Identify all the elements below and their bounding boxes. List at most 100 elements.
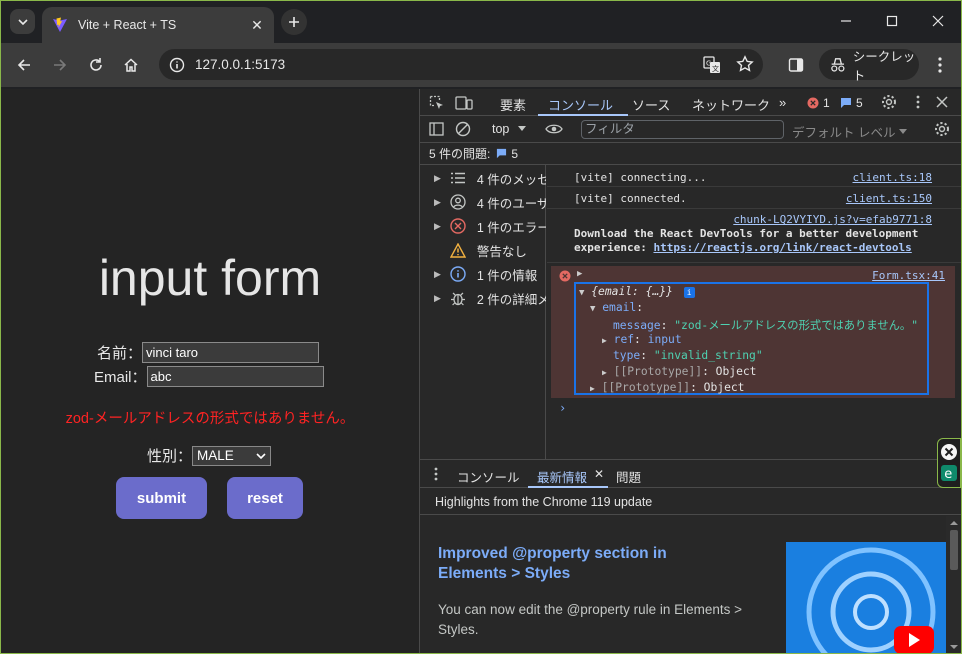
sidebar-item-verbose[interactable]: ▶ 2 件の詳細メッセージ: [420, 286, 546, 310]
drawer-scrollbar[interactable]: [946, 516, 961, 653]
maximize-button[interactable]: [869, 1, 915, 41]
tab-sources[interactable]: ソース: [632, 95, 670, 114]
live-expression-eye-icon[interactable]: [545, 122, 563, 136]
drawer-tab-close-icon[interactable]: ✕: [594, 467, 604, 481]
name-input[interactable]: vinci taro: [142, 342, 320, 363]
sidebar-item-label: 1 件のエラー: [476, 220, 546, 235]
email-input[interactable]: abc: [146, 366, 324, 387]
message-icon: [497, 148, 507, 159]
site-info-button[interactable]: [165, 53, 188, 76]
console-source-link[interactable]: chunk-LQ2VYIYD.js?v=efab9771:8: [733, 213, 932, 226]
minimize-button[interactable]: [823, 1, 869, 41]
reset-button[interactable]: reset: [227, 477, 303, 519]
extension-side-widget[interactable]: e: [937, 438, 961, 488]
caret-down-icon: [518, 126, 527, 131]
user-icon: [450, 193, 467, 211]
chevron-down-icon: [17, 18, 28, 25]
email-property-row[interactable]: ▼ email:: [590, 301, 643, 314]
close-window-button[interactable]: [915, 1, 961, 41]
sidebar-item-user-messages[interactable]: ▶ 4 件のユーザーメッセージ: [420, 190, 546, 214]
devtools-menu-icon[interactable]: [916, 95, 920, 109]
property-key: type: [613, 349, 641, 362]
tab-network[interactable]: ネットワーク: [692, 95, 770, 114]
sidebar-item-messages[interactable]: ▶ 4 件のメッセージ: [420, 166, 546, 190]
devtools-settings-icon[interactable]: [881, 94, 897, 110]
sidebar-item-info[interactable]: ▶ 1 件の情報: [420, 262, 546, 286]
sidebar-item-errors[interactable]: ▶ 1 件のエラー: [420, 214, 546, 238]
console-filter-input[interactable]: フィルタ: [581, 120, 784, 139]
issues-bar[interactable]: 5 件の問題: 5: [420, 143, 961, 165]
tab-console[interactable]: コンソール: [548, 95, 613, 114]
drawer-tab-console[interactable]: コンソール: [457, 467, 520, 486]
svg-text:G: G: [706, 60, 711, 68]
property-value: "invalid_string": [653, 349, 763, 362]
incognito-badge[interactable]: シークレット: [819, 49, 919, 83]
address-bar[interactable]: 127.0.0.1:5173 G文: [159, 49, 763, 80]
object-summary-row[interactable]: ▼ {email: {…}} i: [579, 285, 695, 298]
console-message: [vite] connecting... client.ts:18: [547, 165, 961, 187]
tab-elements[interactable]: 要素: [500, 95, 526, 114]
sidebar-toggle-icon[interactable]: [429, 122, 444, 136]
console-output: [vite] connecting... client.ts:18 [vite]…: [547, 165, 961, 459]
property-key: message: [613, 319, 661, 332]
more-vertical-icon: [938, 57, 942, 73]
react-devtools-link[interactable]: https://reactjs.org/link/react-devtools: [653, 241, 911, 254]
warning-icon: [450, 241, 467, 259]
inspect-element-icon[interactable]: [429, 95, 445, 111]
expand-arrow-icon: ▶: [434, 196, 441, 207]
property-key: email: [602, 301, 637, 314]
email-row: Email： abc: [94, 366, 324, 387]
browser-tab[interactable]: Vite + React + TS ✕: [42, 7, 274, 43]
console-error-message: ▶ Form.tsx:41 ▼ {email: {…}} i ▼ email: …: [551, 266, 955, 398]
whats-new-title[interactable]: Improved @property section in Elements >…: [438, 544, 718, 584]
error-counter[interactable]: 1: [807, 96, 830, 110]
tab-search-button[interactable]: [10, 9, 35, 34]
console-prompt-icon[interactable]: ›: [559, 401, 566, 415]
console-source-link[interactable]: client.ts:150: [846, 192, 932, 205]
drawer-tab-issues[interactable]: 問題: [616, 467, 641, 486]
console-source-link[interactable]: client.ts:18: [853, 171, 932, 184]
drawer-tab-whats-new[interactable]: 最新情報: [537, 467, 587, 486]
prototype-row[interactable]: ▶ [[Prototype]]: Object: [602, 365, 756, 378]
translate-icon[interactable]: G文: [703, 56, 721, 74]
expand-arrow-icon: ▶: [434, 172, 441, 183]
tab-close-icon[interactable]: ✕: [246, 14, 268, 36]
prototype-row[interactable]: ▶ [[Prototype]]: Object: [590, 381, 744, 394]
console-source-link[interactable]: Form.tsx:41: [872, 269, 945, 282]
scrollbar-graphic: [950, 521, 958, 649]
info-badge-icon: i: [683, 287, 695, 298]
sidebar-item-warnings[interactable]: 警告なし: [420, 238, 546, 262]
new-tab-button[interactable]: [281, 9, 307, 35]
home-button[interactable]: [120, 54, 142, 76]
object-inspector: ▼ {email: {…}} i ▼ email: message: "zod-…: [574, 282, 929, 395]
console-message: chunk-LQ2VYIYD.js?v=efab9771:8 Download …: [547, 209, 961, 263]
context-label: top: [492, 122, 510, 136]
svg-text:文: 文: [712, 64, 719, 73]
property-value: Object: [703, 381, 745, 394]
video-thumbnail[interactable]: [786, 542, 946, 653]
sidebar-item-label: 警告なし: [476, 244, 527, 259]
name-label: 名前：: [97, 345, 143, 362]
device-toolbar-icon[interactable]: [455, 95, 473, 111]
expand-arrow-icon[interactable]: ▶: [577, 269, 582, 279]
gender-select[interactable]: MALE: [192, 445, 272, 466]
message-counter[interactable]: 5: [840, 96, 863, 110]
forward-button[interactable]: [49, 54, 71, 76]
url-text: 127.0.0.1:5173: [195, 57, 286, 72]
clear-console-icon[interactable]: [455, 121, 471, 137]
more-tabs-icon[interactable]: »: [779, 95, 786, 110]
side-panel-button[interactable]: [785, 54, 807, 76]
log-level-selector[interactable]: デフォルト レベル: [792, 122, 908, 141]
devtools-close-icon[interactable]: [936, 96, 948, 108]
message-property-row: message: "zod-メールアドレスの形式ではありません。": [613, 319, 919, 332]
bookmark-star-icon[interactable]: [736, 55, 754, 73]
submit-button[interactable]: submit: [116, 477, 207, 519]
context-selector[interactable]: top: [492, 122, 527, 136]
browser-menu-button[interactable]: [929, 54, 951, 76]
drawer-menu-icon[interactable]: [434, 467, 438, 481]
reload-button[interactable]: [85, 54, 107, 76]
console-settings-icon[interactable]: [934, 121, 950, 137]
chevron-down-icon: [256, 452, 266, 459]
ref-property-row[interactable]: ▶ ref: input: [602, 333, 682, 346]
back-button[interactable]: [13, 54, 35, 76]
